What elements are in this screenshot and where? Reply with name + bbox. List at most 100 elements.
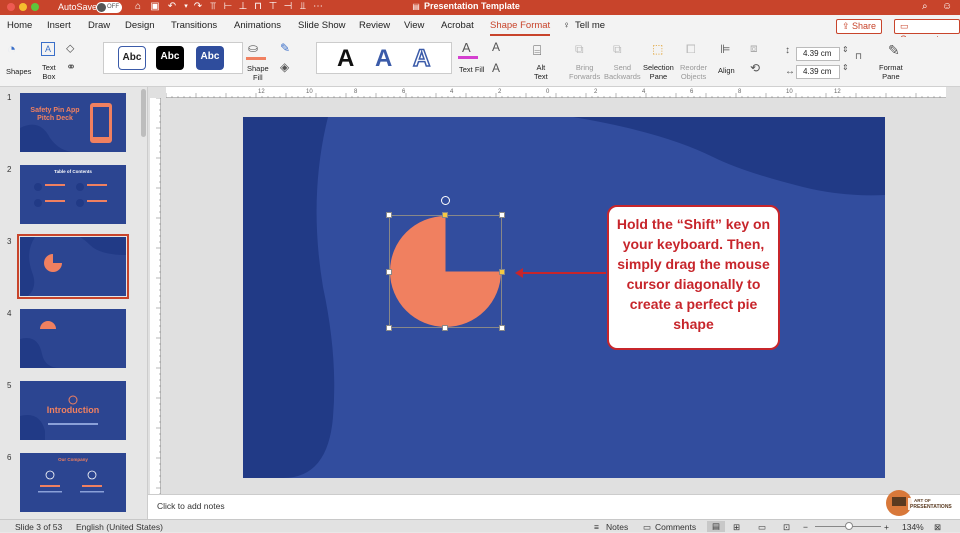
shape-outline-icon[interactable]: ✎ bbox=[280, 41, 290, 55]
comments-toggle[interactable]: Comments bbox=[655, 522, 696, 532]
style-sample-outline[interactable]: Abc bbox=[118, 46, 146, 70]
rotate-handle-icon[interactable] bbox=[441, 196, 450, 205]
current-slide[interactable] bbox=[243, 117, 885, 478]
merge-shapes-icon[interactable]: ⚭ bbox=[66, 60, 76, 74]
align-right-icon[interactable]: ⊣ bbox=[282, 1, 294, 13]
close-window-button[interactable] bbox=[7, 3, 15, 11]
width-stepper-icon[interactable]: ⇕ bbox=[842, 63, 849, 72]
align-middle-icon[interactable]: ⊤ bbox=[267, 1, 279, 13]
style-sample-blue[interactable]: Abc bbox=[196, 46, 224, 70]
shape-height-field[interactable]: 4.39 cm bbox=[796, 47, 840, 61]
format-pane-icon[interactable]: ✎ bbox=[888, 42, 900, 59]
height-stepper-icon[interactable]: ⇕ bbox=[842, 45, 849, 54]
resize-handle-bottom[interactable] bbox=[442, 325, 448, 331]
tab-review[interactable]: Review bbox=[359, 20, 390, 31]
shape-styles-gallery[interactable]: Abc Abc Abc bbox=[103, 42, 243, 74]
align-center-icon[interactable]: ⊥ bbox=[237, 1, 249, 13]
fit-to-window-icon[interactable]: ⊠ bbox=[934, 522, 941, 533]
reorder-objects-icon[interactable]: ⧠ bbox=[686, 42, 696, 57]
normal-view-icon[interactable]: ▤ bbox=[707, 521, 725, 532]
send-backwards-icon[interactable]: ⧉ bbox=[613, 42, 622, 57]
style-sample-black[interactable]: Abc bbox=[156, 46, 184, 70]
align-objects-icon[interactable]: ⊫ bbox=[720, 42, 730, 56]
reading-view-icon[interactable]: ▭ bbox=[758, 522, 766, 533]
wordart-styles-gallery[interactable]: A A A bbox=[316, 42, 452, 74]
selection-pane-icon[interactable]: ⬚ bbox=[652, 42, 663, 56]
tab-home[interactable]: Home bbox=[7, 20, 32, 31]
slide-thumbnail-1[interactable]: Safety Pin App Pitch Deck bbox=[20, 93, 126, 152]
shape-effects-icon[interactable]: ◈ bbox=[280, 60, 289, 74]
text-box-icon[interactable]: A bbox=[41, 42, 55, 56]
resize-handle-top-left[interactable] bbox=[386, 212, 392, 218]
rotate-icon[interactable]: ⟲ bbox=[750, 61, 760, 75]
vertical-ruler[interactable] bbox=[150, 97, 161, 498]
slide-thumbnail-6[interactable]: Our Company bbox=[20, 453, 126, 512]
edit-shape-icon[interactable]: ⬦ bbox=[66, 41, 74, 56]
account-icon[interactable]: ☺ bbox=[942, 1, 952, 12]
home-icon[interactable]: ⌂ bbox=[132, 1, 144, 13]
notes-toggle[interactable]: Notes bbox=[606, 522, 628, 532]
align-left-icon[interactable]: ⊢ bbox=[222, 1, 234, 13]
zoom-in-icon[interactable]: + bbox=[884, 522, 889, 532]
tab-design[interactable]: Design bbox=[125, 20, 155, 31]
slide-thumbnail-2[interactable]: Table of Contents bbox=[20, 165, 126, 224]
horizontal-ruler[interactable]: 12 10 8 6 4 2 0 2 4 6 8 10 12 bbox=[165, 87, 946, 98]
adjust-handle-right[interactable] bbox=[499, 269, 505, 275]
slide-show-icon[interactable]: ⊡ bbox=[783, 522, 790, 533]
lock-aspect-icon[interactable]: ⊓ bbox=[855, 51, 862, 62]
minimize-window-button[interactable] bbox=[19, 3, 27, 11]
thumbnails-scrollbar[interactable] bbox=[141, 89, 146, 137]
alt-text-icon[interactable]: ⌸ bbox=[533, 42, 541, 59]
distribute-icon[interactable]: ⊓ bbox=[252, 1, 264, 13]
notes-pane[interactable]: Click to add notes bbox=[148, 494, 960, 519]
notes-placeholder[interactable]: Click to add notes bbox=[157, 501, 225, 511]
resize-handle-left[interactable] bbox=[386, 269, 392, 275]
zoom-window-button[interactable] bbox=[31, 3, 39, 11]
tab-insert[interactable]: Insert bbox=[47, 20, 71, 31]
slide-thumbnail-3[interactable] bbox=[17, 234, 129, 299]
tab-acrobat[interactable]: Acrobat bbox=[441, 20, 474, 31]
resize-handle-top-right[interactable] bbox=[499, 212, 505, 218]
adjust-handle-top[interactable] bbox=[442, 212, 448, 218]
undo-icon[interactable]: ↶ bbox=[166, 1, 178, 13]
slide-thumbnail-4[interactable] bbox=[20, 309, 126, 368]
slide-sorter-icon[interactable]: ⊞ bbox=[733, 522, 740, 533]
language-indicator[interactable]: English (United States) bbox=[76, 522, 163, 532]
wordart-black[interactable]: A bbox=[337, 45, 354, 73]
redo-icon[interactable]: ↷ bbox=[192, 1, 204, 13]
slide-thumbnail-5[interactable]: Introduction bbox=[20, 381, 126, 440]
zoom-level[interactable]: 134% bbox=[902, 522, 924, 532]
tell-me-search[interactable]: Tell me bbox=[575, 20, 605, 31]
comments-toggle-icon[interactable]: ▭ bbox=[643, 522, 651, 533]
text-outline-icon[interactable]: A bbox=[492, 40, 500, 54]
share-button[interactable]: ⇪ Share bbox=[836, 19, 883, 34]
save-icon[interactable]: ▣ bbox=[149, 1, 161, 13]
text-fill-icon[interactable]: A bbox=[462, 40, 471, 55]
zoom-slider-thumb[interactable] bbox=[845, 522, 853, 530]
shape-width-field[interactable]: 4.39 cm bbox=[796, 65, 840, 79]
text-effects-icon[interactable]: A bbox=[492, 61, 500, 75]
wordart-blue[interactable]: A bbox=[375, 45, 392, 73]
search-icon[interactable]: ⌕ bbox=[922, 1, 928, 12]
tab-animations[interactable]: Animations bbox=[234, 20, 281, 31]
wordart-outline[interactable]: A bbox=[412, 44, 431, 73]
more-icon[interactable]: ⋯ bbox=[312, 1, 324, 13]
bring-forwards-icon[interactable]: ⧉ bbox=[575, 42, 584, 57]
undo-dropdown-icon[interactable]: ▾ bbox=[180, 1, 192, 13]
tab-transitions[interactable]: Transitions bbox=[171, 20, 217, 31]
resize-handle-bottom-left[interactable] bbox=[386, 325, 392, 331]
comments-button[interactable]: ▭ Comments bbox=[894, 19, 960, 44]
resize-handle-bottom-right[interactable] bbox=[499, 325, 505, 331]
autosave-toggle[interactable]: OFF bbox=[96, 2, 122, 13]
shapes-icon[interactable]: ◔ bbox=[7, 41, 16, 58]
tab-view[interactable]: View bbox=[404, 20, 424, 31]
zoom-out-icon[interactable]: − bbox=[803, 522, 808, 532]
shape-fill-icon[interactable]: ⛀ bbox=[248, 41, 258, 55]
tab-draw[interactable]: Draw bbox=[88, 20, 110, 31]
group-icon[interactable]: ⧈ bbox=[750, 41, 758, 56]
tab-shape-format[interactable]: Shape Format bbox=[490, 20, 550, 31]
tab-slide-show[interactable]: Slide Show bbox=[298, 20, 346, 31]
align-bottom-icon[interactable]: ⫫ bbox=[297, 1, 309, 13]
notes-toggle-icon[interactable]: ≡ bbox=[594, 522, 599, 532]
align-top-icon[interactable]: ⫪ bbox=[207, 1, 219, 13]
